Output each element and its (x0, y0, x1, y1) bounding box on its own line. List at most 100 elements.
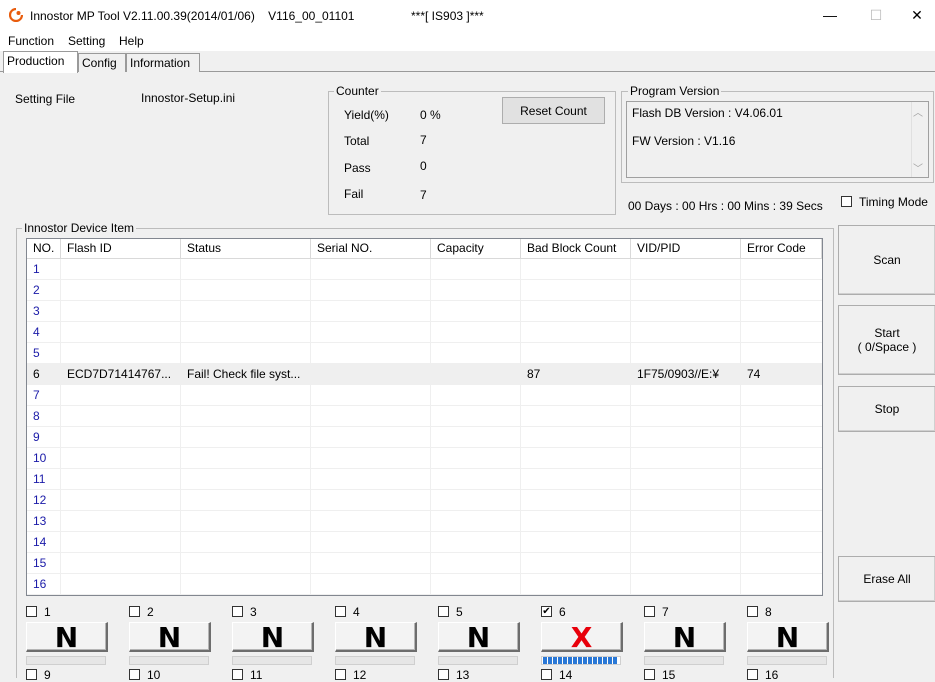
column-header[interactable]: Bad Block Count (521, 239, 631, 259)
reset-count-button[interactable]: Reset Count (502, 97, 605, 124)
tab-production[interactable]: Production (3, 51, 78, 73)
port-checkbox[interactable] (232, 606, 243, 617)
port-checkbox[interactable] (644, 669, 655, 680)
port-checkbox[interactable] (438, 606, 449, 617)
start-button-shortcut: ( 0/Space ) (857, 340, 917, 354)
table-row[interactable]: 1 (27, 259, 822, 280)
port-checkbox[interactable]: ✔ (541, 606, 552, 617)
port-checkbox[interactable] (644, 606, 655, 617)
table-row[interactable]: 15 (27, 553, 822, 574)
fw-version: FW Version : V1.16 (632, 134, 736, 148)
port-status-none[interactable]: N (232, 622, 314, 653)
table-row[interactable]: 9 (27, 427, 822, 448)
port-status-none[interactable]: N (644, 622, 726, 653)
table-row[interactable]: 13 (27, 511, 822, 532)
table-cell (521, 280, 631, 301)
table-row[interactable]: 16 (27, 574, 822, 595)
table-cell: 13 (33, 514, 47, 528)
column-header[interactable]: Capacity (431, 239, 521, 259)
port-checkbox[interactable] (335, 606, 346, 617)
table-cell (521, 469, 631, 490)
port-status-fail[interactable]: X (541, 622, 623, 653)
port-checkbox[interactable] (26, 606, 37, 617)
tab-information[interactable]: Information (126, 53, 200, 72)
scan-button[interactable]: Scan (838, 225, 935, 295)
table-cell (631, 532, 741, 553)
timing-mode-checkbox[interactable] (841, 196, 852, 207)
table-cell (311, 490, 431, 511)
port-checkbox[interactable] (747, 606, 758, 617)
erase-all-button[interactable]: Erase All (838, 556, 935, 602)
setting-file-value: Innostor-Setup.ini (141, 91, 236, 105)
progress-segment (608, 657, 612, 664)
scroll-down-icon[interactable]: ﹀ (913, 160, 923, 175)
erase-all-button-label: Erase All (863, 572, 911, 586)
table-row[interactable]: 4 (27, 322, 822, 343)
table-cell (431, 553, 521, 574)
fail-value: 7 (420, 188, 427, 202)
table-cell (431, 280, 521, 301)
column-header[interactable]: Flash ID (61, 239, 181, 259)
program-version-title: Program Version (628, 84, 722, 98)
table-cell: 9 (33, 430, 40, 444)
port-status-none[interactable]: N (438, 622, 520, 653)
port-status-none[interactable]: N (747, 622, 829, 653)
column-header[interactable]: Serial NO. (311, 239, 431, 259)
table-row[interactable]: 3 (27, 301, 822, 322)
table-cell (521, 532, 631, 553)
scroll-up-icon[interactable]: ︿ (913, 104, 923, 119)
progress-segment (558, 657, 562, 664)
table-row[interactable]: 10 (27, 448, 822, 469)
table-cell (631, 301, 741, 322)
column-header[interactable]: Error Code (741, 239, 822, 259)
table-cell (61, 301, 181, 322)
counter-title: Counter (334, 84, 381, 98)
table-cell (311, 574, 431, 595)
column-header[interactable]: NO. (27, 239, 61, 259)
port-checkbox[interactable] (129, 606, 140, 617)
table-row[interactable]: 5 (27, 343, 822, 364)
table-row[interactable]: 8 (27, 406, 822, 427)
start-button[interactable]: Start ( 0/Space ) (838, 305, 935, 375)
port-checkbox[interactable] (438, 669, 449, 680)
port-checkbox[interactable] (232, 669, 243, 680)
table-cell (431, 511, 521, 532)
menu-function[interactable]: Function (8, 34, 54, 48)
port-checkbox[interactable] (129, 669, 140, 680)
table-row[interactable]: 6 ECD7D71414767... Fail! Check file syst..… (27, 364, 822, 385)
close-button[interactable]: ✕ (899, 0, 935, 31)
port-checkbox[interactable] (335, 669, 346, 680)
device-table[interactable]: NO. Flash ID Status Serial NO. Capacity Bad B… (26, 238, 823, 596)
table-cell: 4 (33, 325, 40, 339)
port-checkbox[interactable] (747, 669, 758, 680)
table-row[interactable]: 11 (27, 469, 822, 490)
column-header[interactable]: VID/PID (631, 239, 741, 259)
table-cell: Fail! Check file syst... (187, 367, 301, 381)
table-row[interactable]: 12 (27, 490, 822, 511)
port-progress-bar (541, 656, 621, 665)
column-header[interactable]: Status (181, 239, 311, 259)
yield-value: 0 % (420, 108, 441, 122)
start-button-label: Start (874, 326, 900, 340)
maximize-button[interactable]: ☐ (853, 0, 899, 31)
port-checkbox[interactable] (26, 669, 37, 680)
table-cell (521, 448, 631, 469)
menu-help[interactable]: Help (119, 34, 144, 48)
table-row[interactable]: 7 (27, 385, 822, 406)
port-number: 8 (765, 605, 772, 619)
table-cell (631, 427, 741, 448)
menu-setting[interactable]: Setting (68, 34, 105, 48)
port-status-none[interactable]: N (335, 622, 417, 653)
port-status-none[interactable]: N (26, 622, 108, 653)
port-checkbox[interactable] (541, 669, 552, 680)
port-status-none[interactable]: N (129, 622, 211, 653)
table-cell (521, 511, 631, 532)
stop-button[interactable]: Stop (838, 386, 935, 432)
minimize-button[interactable]: — (807, 0, 853, 31)
table-cell (311, 364, 431, 385)
table-cell (631, 448, 741, 469)
table-row[interactable]: 2 (27, 280, 822, 301)
port-number: 15 (662, 668, 676, 682)
table-row[interactable]: 14 (27, 532, 822, 553)
tab-config[interactable]: Config (78, 53, 126, 72)
